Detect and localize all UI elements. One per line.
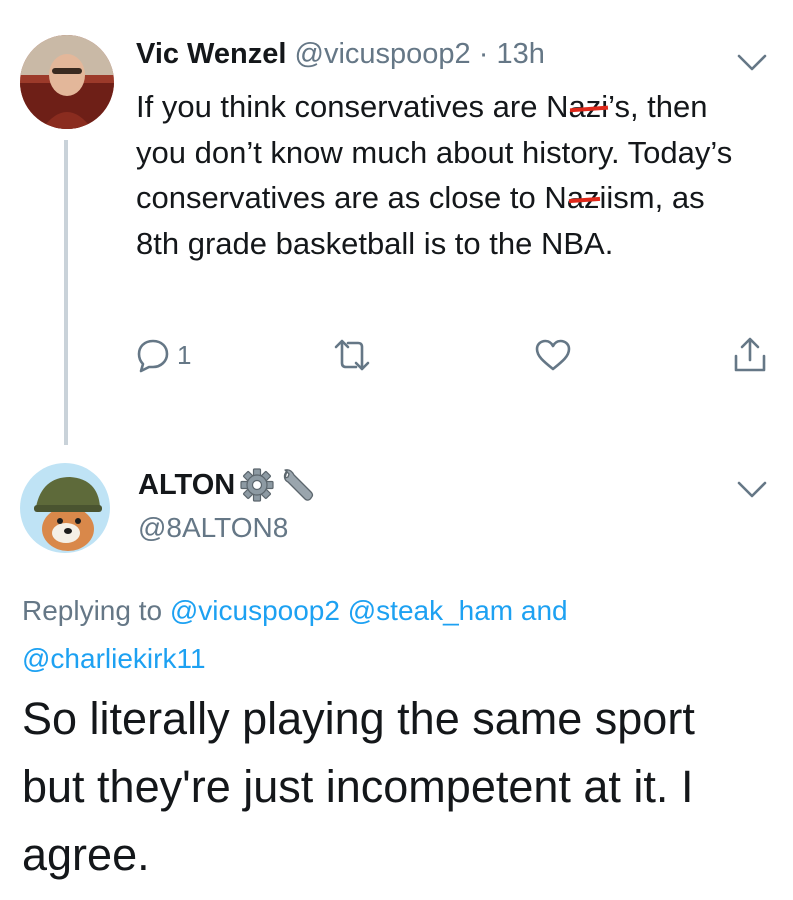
- mention-link[interactable]: @steak_ham: [348, 595, 513, 626]
- tweet-text: If you think conservatives are Nazi’s, t…: [136, 84, 756, 266]
- mention-link[interactable]: @vicuspoop2: [170, 595, 340, 626]
- user-handle[interactable]: @8ALTON8: [138, 512, 288, 544]
- tweet-text-part: If you think conservatives are: [136, 89, 547, 124]
- tweet-text-part: az: [566, 180, 600, 215]
- wrench-emoji-icon: [279, 465, 319, 505]
- display-name[interactable]: Vic Wenzel: [136, 38, 286, 70]
- chevron-down-icon[interactable]: [736, 52, 768, 74]
- heart-icon: [533, 337, 573, 373]
- tweet-alton[interactable]: ALTON @8ALTON8 Replying to @vicuspoop2 @…: [0, 445, 793, 900]
- avatar[interactable]: [20, 35, 114, 129]
- replying-prefix: Replying to: [22, 595, 170, 626]
- chevron-down-icon[interactable]: [736, 479, 768, 501]
- retweet-button[interactable]: [330, 335, 374, 375]
- and-text: and: [513, 595, 568, 626]
- redaction-strike: az: [567, 175, 600, 221]
- mention-link[interactable]: @charliekirk11: [22, 643, 206, 674]
- display-name[interactable]: ALTON: [138, 465, 319, 505]
- reply-button[interactable]: 1: [135, 335, 191, 375]
- retweet-icon: [330, 337, 374, 373]
- display-name-text: ALTON: [138, 468, 236, 501]
- reply-icon: [135, 337, 171, 373]
- tweet-text-part: azi: [568, 89, 609, 124]
- tweet-vic-wenzel[interactable]: Vic Wenzel @vicuspoop2 · 13h If you thin…: [0, 0, 793, 445]
- timestamp[interactable]: 13h: [496, 38, 544, 70]
- tweet-text-part: N: [544, 180, 567, 215]
- tweet-header: Vic Wenzel @vicuspoop2 · 13h: [136, 38, 545, 71]
- tweet-text: So literally playing the same sport but …: [22, 693, 695, 880]
- like-button[interactable]: [533, 335, 573, 375]
- reply-count: 1: [177, 339, 192, 370]
- tweet-text-part: N: [546, 89, 569, 124]
- redaction-strike: azi: [568, 84, 608, 130]
- share-button[interactable]: [730, 335, 770, 375]
- gear-emoji-icon: [237, 465, 277, 505]
- tweet-actions: 1: [0, 335, 793, 380]
- avatar[interactable]: [20, 463, 110, 553]
- replying-to: Replying to @vicuspoop2 @steak_ham and @c…: [22, 587, 762, 683]
- separator-dot: ·: [478, 38, 489, 70]
- share-icon: [730, 336, 770, 374]
- user-handle[interactable]: @vicuspoop2: [295, 38, 471, 70]
